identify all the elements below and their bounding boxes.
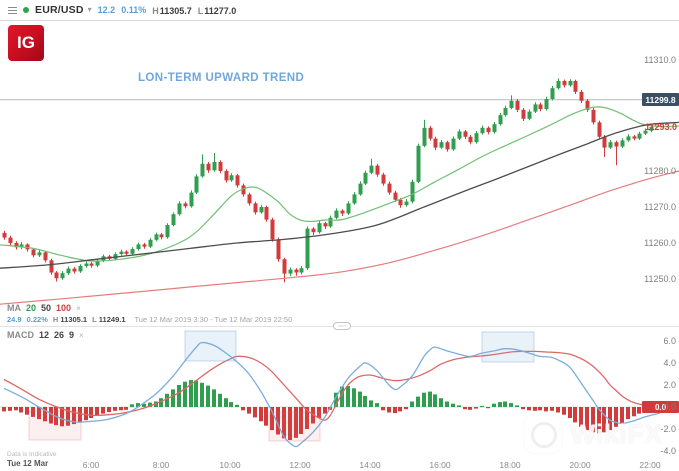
pink-highlight-box <box>269 412 320 441</box>
ig-logo-text: IG <box>17 33 35 53</box>
ma20-period: 20 <box>26 303 36 313</box>
data-indicative-note: Data is Indicative <box>7 451 57 458</box>
ma-legend: MA 20 50 100 × <box>7 303 81 313</box>
ma50-period: 50 <box>41 303 51 313</box>
macd-axis-label: 0.0 <box>663 402 676 412</box>
pane-resize-handle[interactable] <box>333 322 351 330</box>
price-change: 12.2 <box>98 5 116 15</box>
macd-axis-label: -4.0 <box>660 446 676 456</box>
range-stats-row: 24.9 0.22% H 11305.1 L 11249.1 Tue 12 Ma… <box>7 315 292 324</box>
macd-signal-period: 9 <box>69 330 74 340</box>
range-change: 24.9 <box>7 315 22 324</box>
chevron-down-icon[interactable]: ▾ <box>88 5 92 14</box>
time-tick-label: 12:00 <box>289 460 310 470</box>
price-axis-label: 11270.0 <box>644 202 676 212</box>
trading-chart-app: EUR/USD ▾ 12.2 0.11% H11305.7 L11277.0 I… <box>0 0 679 471</box>
axis-date-label: Tue 12 Mar <box>7 459 48 468</box>
ma20-line <box>0 107 679 261</box>
macd-axis-label: -2.0 <box>660 424 676 434</box>
chart-canvas[interactable] <box>0 0 679 471</box>
price-axis-label: 11250.0 <box>644 274 676 284</box>
macd-fast: 12 <box>39 330 49 340</box>
time-tick-label: 18:00 <box>499 460 520 470</box>
time-tick-label: 10:00 <box>219 460 240 470</box>
macd-slow: 26 <box>54 330 64 340</box>
macd-axis-label: 4.0 <box>663 358 676 368</box>
macd-legend: MACD 12 26 9 × <box>7 330 84 340</box>
menu-icon[interactable] <box>8 7 17 14</box>
macd-legend-label: MACD <box>7 330 34 340</box>
ma100-line <box>0 171 679 304</box>
price-axis-label: 11280.0 <box>644 166 676 176</box>
session-high: H11305.7 <box>152 1 192 19</box>
trend-annotation: LON-TERM UPWARD TREND <box>138 72 304 84</box>
ma-close-icon[interactable]: × <box>76 304 81 313</box>
range-change-pct: 0.22% <box>27 315 48 324</box>
pink-highlight-box <box>29 411 81 440</box>
time-tick-label: 22:00 <box>639 460 660 470</box>
price-axis-label: 11260.0 <box>644 238 676 248</box>
macd-axis-label: 6.0 <box>663 336 676 346</box>
current-price-badge: 11299.8 <box>642 93 679 106</box>
session-low: L11277.0 <box>198 1 237 19</box>
market-open-dot <box>23 7 29 13</box>
macd-line <box>4 343 660 447</box>
time-tick-label: 20:00 <box>569 460 590 470</box>
macd-axis-label: 2.0 <box>663 380 676 390</box>
time-tick-label: 8:00 <box>153 460 170 470</box>
time-tick-label: 14:00 <box>359 460 380 470</box>
ma100-period: 100 <box>56 303 71 313</box>
range-dates: Tue 12 Mar 2019 3:30 - Tue 12 Mar 2019 2… <box>135 315 293 324</box>
range-low: L 11249.1 <box>92 315 125 324</box>
topbar: EUR/USD ▾ 12.2 0.11% H11305.7 L11277.0 <box>0 0 679 21</box>
range-high: H 11305.1 <box>53 315 87 324</box>
macd-close-icon[interactable]: × <box>79 331 84 340</box>
price-change-pct: 0.11% <box>121 5 146 15</box>
last-price-label: 11293.0 <box>645 122 677 132</box>
ig-logo: IG <box>8 25 44 61</box>
symbol-selector[interactable]: EUR/USD <box>35 4 84 16</box>
time-tick-label: 16:00 <box>429 460 450 470</box>
blue-highlight-box <box>482 332 534 362</box>
ma50-line <box>0 122 679 268</box>
ma-legend-label: MA <box>7 303 21 313</box>
time-tick-label: 6:00 <box>83 460 100 470</box>
price-axis-label: 11310.0 <box>644 55 676 65</box>
blue-highlight-box <box>185 331 236 361</box>
